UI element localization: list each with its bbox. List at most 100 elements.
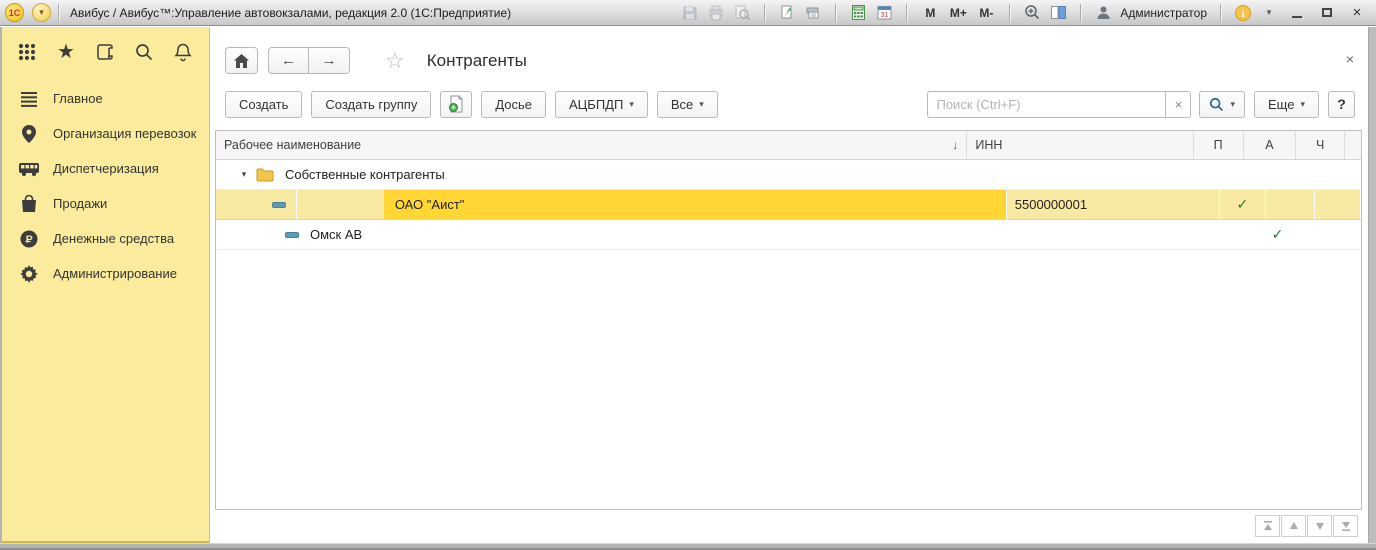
- list-toolbar: Создать Создать группу Досье АЦБПДП▾ Все…: [225, 90, 1355, 118]
- create-group-button[interactable]: Создать группу: [311, 91, 431, 118]
- go-first-icon: [1262, 521, 1274, 531]
- main-content: × ← → ☆ Контрагенты Создать Создать груп…: [211, 27, 1368, 543]
- close-button[interactable]: ×: [1344, 3, 1370, 23]
- table-header: Рабочее наименование ↓ ИНН П А Ч: [216, 131, 1361, 160]
- sidebar-item-administrirovanie[interactable]: Администрирование: [2, 256, 209, 291]
- all-filter-button[interactable]: Все▾: [657, 91, 718, 118]
- more-button[interactable]: Еще▾: [1254, 91, 1319, 118]
- sidebar-item-denezhnye-sredstva[interactable]: Р Денежные средства: [2, 221, 209, 256]
- check-icon: ✓: [1272, 226, 1284, 243]
- back-arrow-icon: ←: [281, 52, 296, 69]
- sidebar-item-glavnoe[interactable]: Главное: [2, 81, 209, 116]
- divider: [835, 4, 836, 22]
- folder-icon: [256, 168, 274, 182]
- sidebar-item-organizaciya-perevozok[interactable]: Организация перевозок: [2, 116, 209, 151]
- titlebar: 1С ▾ Авибус / Авибус™:Управление автовок…: [0, 0, 1376, 26]
- minimize-icon: [1292, 16, 1302, 18]
- sidebar-item-label: Администрирование: [53, 266, 177, 281]
- home-icon: [234, 54, 249, 68]
- ch-cell[interactable]: [1315, 190, 1361, 219]
- sidebar-item-label: Организация перевозок: [53, 126, 196, 141]
- split-view-icon[interactable]: [1047, 3, 1069, 23]
- app-window: 1С ▾ Авибус / Авибус™:Управление автовок…: [0, 0, 1376, 550]
- sidebar-item-dispetcherizaciya[interactable]: Диспетчеризация: [2, 151, 209, 186]
- search-options-button[interactable]: ▾: [1199, 91, 1245, 118]
- ch-cell[interactable]: [1304, 220, 1353, 249]
- info-icon[interactable]: i: [1232, 3, 1254, 23]
- clear-icon: ×: [1175, 97, 1183, 112]
- minimize-button[interactable]: [1284, 3, 1310, 23]
- chevron-down-icon: ▾: [1230, 99, 1235, 110]
- column-header-p[interactable]: П: [1194, 131, 1244, 159]
- sections-grid-icon[interactable]: [16, 41, 38, 63]
- inn-cell[interactable]: [973, 220, 1201, 249]
- tree-expand-icon[interactable]: ▾: [238, 169, 250, 180]
- sidebar-quick-icons: ★: [2, 27, 209, 75]
- acbpdp-button[interactable]: АЦБПДП▾: [555, 91, 648, 118]
- selected-name-cell[interactable]: ОАО "Аист": [384, 190, 1007, 219]
- save-icon[interactable]: [679, 3, 701, 23]
- sort-desc-icon: ↓: [952, 138, 958, 152]
- memory-m-plus-button[interactable]: M+: [946, 6, 970, 20]
- titlebar-tools: 31 M M+ M- Администратор i ▾: [679, 3, 1376, 23]
- sidebar-item-prodazhi[interactable]: Продажи: [2, 186, 209, 221]
- table-row[interactable]: Омск АВ ✓: [216, 220, 1361, 250]
- sidebar-item-label: Денежные средства: [53, 231, 174, 246]
- favorite-star-icon[interactable]: ☆: [385, 48, 405, 74]
- maximize-button[interactable]: [1314, 3, 1340, 23]
- close-form-icon[interactable]: ×: [1346, 51, 1354, 67]
- up-arrow-icon: [1288, 521, 1300, 531]
- table-row-group[interactable]: ▾ Собственные контрагенты: [216, 160, 1361, 190]
- table-row-selected[interactable]: ОАО "Аист" 5500000001 ✓: [216, 190, 1361, 220]
- history-scroll-icon[interactable]: [94, 41, 116, 63]
- attach-link-icon[interactable]: [776, 3, 798, 23]
- current-user-label[interactable]: Администратор: [1120, 6, 1207, 20]
- chevron-down-icon: ▾: [1300, 99, 1305, 110]
- calculator-icon[interactable]: [847, 3, 869, 23]
- search-icon: [1209, 97, 1224, 112]
- print-preview-icon[interactable]: [731, 3, 753, 23]
- item-name: ОАО "Аист": [395, 197, 465, 212]
- go-up-button[interactable]: [1281, 515, 1306, 537]
- go-last-button[interactable]: [1333, 515, 1358, 537]
- search-clear-button[interactable]: ×: [1165, 91, 1191, 118]
- a-cell[interactable]: [1266, 190, 1315, 219]
- main-menu-button[interactable]: ▾: [32, 3, 51, 22]
- inn-cell[interactable]: 5500000001: [1007, 190, 1220, 219]
- column-header-a[interactable]: А: [1244, 131, 1297, 159]
- info-dropdown-icon[interactable]: ▾: [1258, 3, 1280, 23]
- create-button[interactable]: Создать: [225, 91, 302, 118]
- column-header-inn[interactable]: ИНН: [967, 131, 1193, 159]
- go-down-button[interactable]: [1307, 515, 1332, 537]
- calendar-icon[interactable]: 31: [873, 3, 895, 23]
- help-button[interactable]: ?: [1328, 91, 1355, 118]
- close-icon: ×: [1353, 5, 1362, 20]
- home-button[interactable]: [225, 47, 258, 74]
- column-header-ch[interactable]: Ч: [1296, 131, 1345, 159]
- column-header-name[interactable]: Рабочее наименование ↓: [216, 131, 967, 159]
- divider: [1080, 4, 1081, 22]
- dossier-button[interactable]: Досье: [481, 91, 546, 118]
- search-area: × ▾ Еще▾ ?: [927, 91, 1355, 118]
- memory-m-minus-button[interactable]: M-: [974, 6, 998, 20]
- bus-icon: [18, 161, 40, 177]
- search-icon[interactable]: [133, 41, 155, 63]
- 1c-logo-icon: 1С: [5, 3, 24, 22]
- copy-item-button[interactable]: [440, 91, 472, 118]
- a-cell[interactable]: ✓: [1251, 220, 1304, 249]
- zoom-in-icon[interactable]: [1021, 3, 1043, 23]
- forward-button[interactable]: →: [309, 47, 350, 74]
- print-settings-icon[interactable]: [802, 3, 824, 23]
- print-icon[interactable]: [705, 3, 727, 23]
- gear-icon: [18, 265, 40, 283]
- memory-m-button[interactable]: M: [918, 6, 942, 20]
- search-input[interactable]: [927, 91, 1165, 118]
- sidebar-menu: Главное Организация перевозок Диспетчери…: [2, 81, 209, 291]
- p-cell[interactable]: [1201, 220, 1251, 249]
- favorites-star-icon[interactable]: ★: [55, 41, 77, 63]
- back-button[interactable]: ←: [268, 47, 309, 74]
- go-first-button[interactable]: [1255, 515, 1280, 537]
- p-cell[interactable]: ✓: [1220, 190, 1267, 219]
- page-title: Контрагенты: [427, 51, 527, 71]
- notifications-bell-icon[interactable]: [172, 41, 194, 63]
